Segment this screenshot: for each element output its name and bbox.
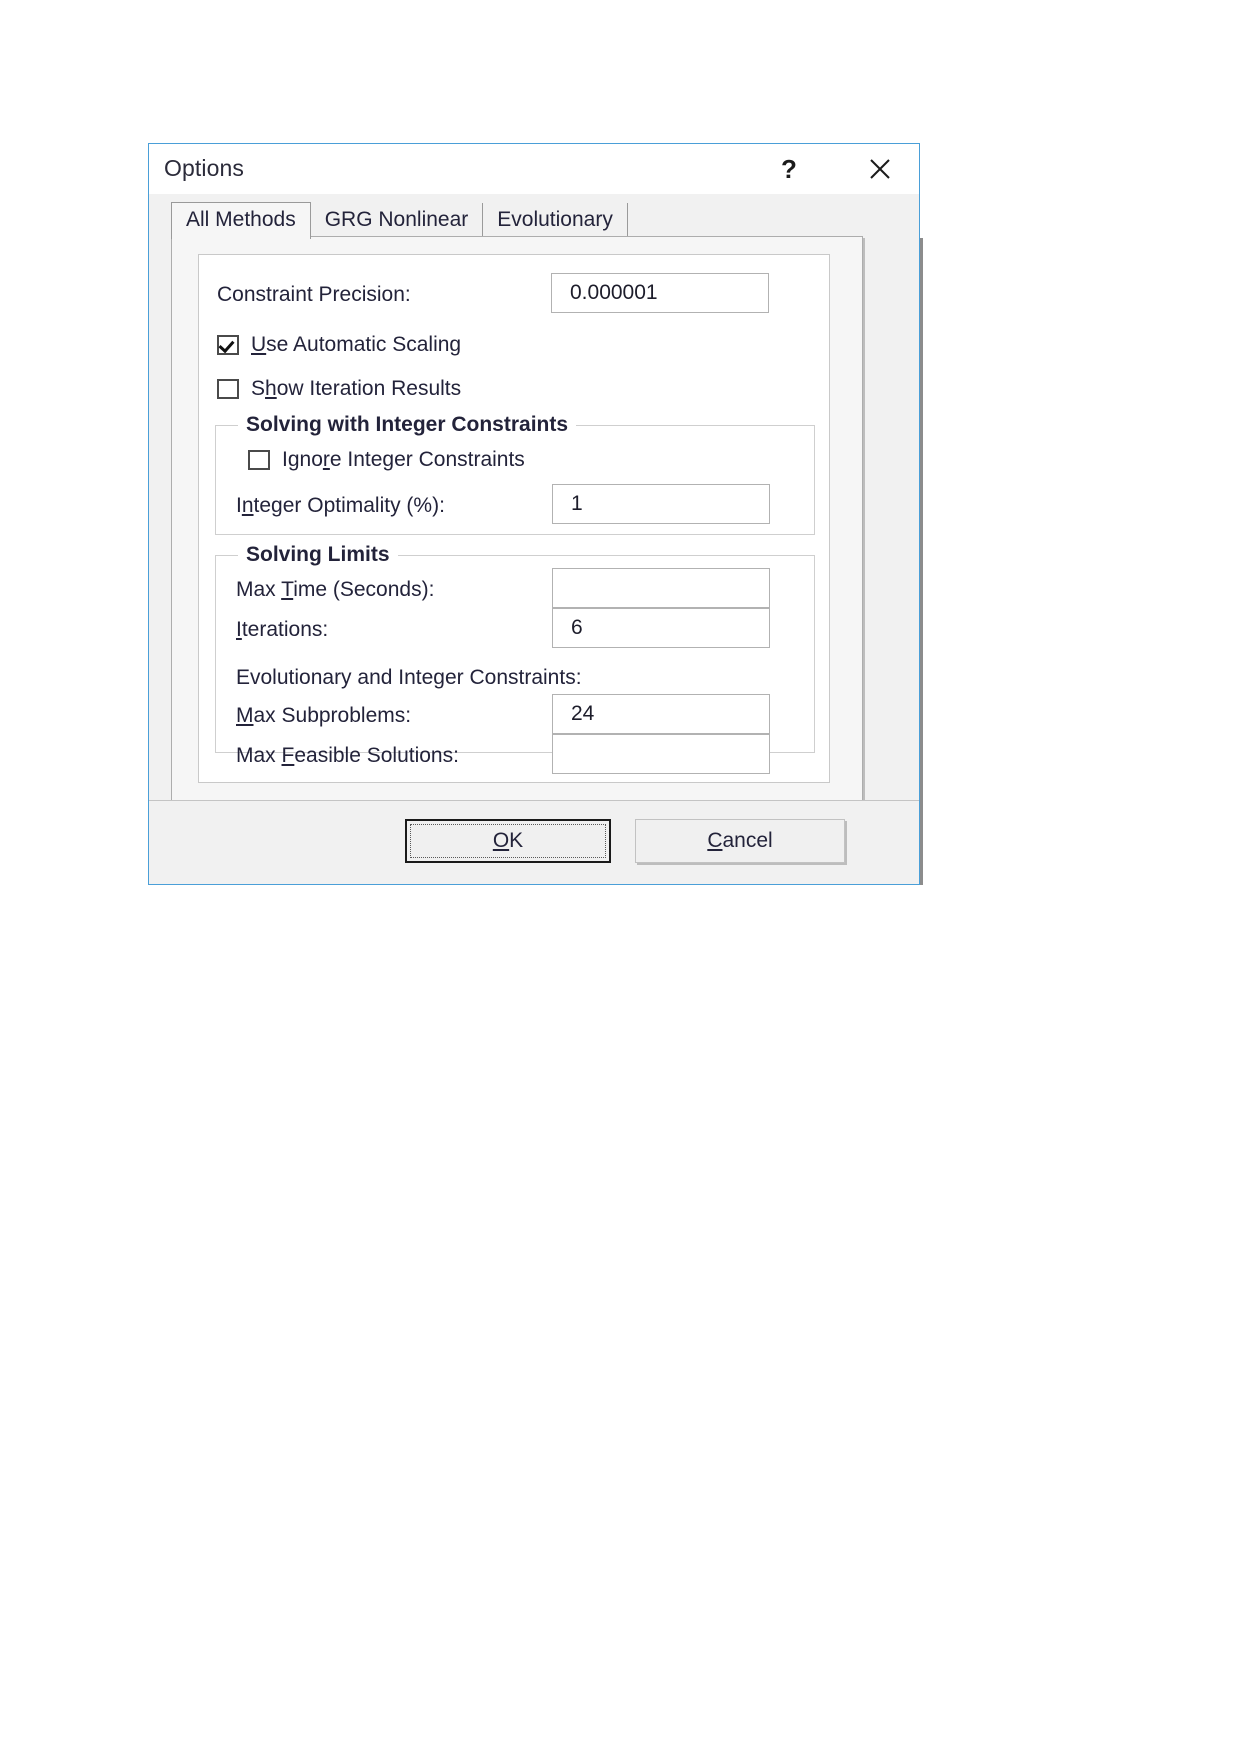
constraint-precision-input[interactable]: 0.000001 (551, 273, 769, 313)
tab-content-panel: Constraint Precision: 0.000001 Use Autom… (171, 236, 863, 803)
iterations-input[interactable]: 6 (552, 608, 770, 648)
iterations-label: Iterations: (236, 618, 329, 641)
integer-optimality-label: Integer Optimality (%): (236, 494, 445, 517)
max-feasible-solutions-input[interactable] (552, 734, 770, 774)
tab-all-methods-label: All Methods (186, 208, 296, 231)
show-iteration-results-label: Show Iteration Results (251, 377, 462, 400)
ok-button-label: OK (492, 829, 524, 852)
integer-constraints-group-title: Solving with Integer Constraints (238, 413, 577, 437)
checkbox-box-icon (217, 379, 239, 399)
ignore-integer-constraints-checkbox[interactable]: Ignore Integer Constraints (248, 448, 525, 472)
dialog-title: Options (164, 155, 244, 181)
tab-strip: All Methods GRG Nonlinear Evolutionary (171, 202, 628, 239)
tab-grg-nonlinear[interactable]: GRG Nonlinear (310, 203, 484, 238)
close-icon[interactable] (849, 144, 911, 194)
iterations-value: 6 (571, 616, 583, 639)
dialog-title-bar: Options ? (149, 144, 919, 194)
dialog-footer: OK Cancel (149, 800, 919, 884)
dialog-body: All Methods GRG Nonlinear Evolutionary C… (149, 194, 919, 884)
close-x-glyph (870, 159, 890, 179)
max-feasible-solutions-label: Max Feasible Solutions: (236, 744, 459, 767)
cancel-button[interactable]: Cancel (635, 819, 845, 863)
help-icon[interactable]: ? (761, 144, 817, 194)
use-automatic-scaling-label: Use Automatic Scaling (251, 333, 462, 356)
max-time-input[interactable] (552, 568, 770, 608)
cancel-button-label: Cancel (707, 829, 773, 852)
max-subproblems-input[interactable]: 24 (552, 694, 770, 734)
use-automatic-scaling-checkbox[interactable]: Use Automatic Scaling (217, 333, 461, 357)
options-dialog: Options ? All Methods GRG Nonlinear Evol… (148, 143, 920, 885)
checkbox-box-icon (217, 335, 239, 355)
ok-button-inner: OK (410, 824, 606, 858)
help-icon-glyph: ? (781, 153, 797, 184)
tab-content-inner: Constraint Precision: 0.000001 Use Autom… (198, 254, 830, 783)
tab-grg-nonlinear-label: GRG Nonlinear (324, 208, 469, 231)
ignore-integer-constraints-label: Ignore Integer Constraints (282, 448, 525, 471)
constraint-precision-value: 0.000001 (570, 281, 658, 304)
integer-optimality-input[interactable]: 1 (552, 484, 770, 524)
checkbox-box-icon (248, 450, 270, 470)
dialog-right-shadow (920, 238, 923, 885)
max-subproblems-value: 24 (571, 702, 595, 725)
tab-evolutionary[interactable]: Evolutionary (483, 203, 628, 238)
ok-button[interactable]: OK (405, 819, 611, 863)
max-subproblems-label: Max Subproblems: (236, 704, 412, 727)
tab-evolutionary-label: Evolutionary (497, 208, 613, 231)
evolutionary-integer-heading: Evolutionary and Integer Constraints: (236, 666, 582, 689)
show-iteration-results-checkbox[interactable]: Show Iteration Results (217, 377, 461, 401)
integer-optimality-value: 1 (571, 492, 583, 515)
constraint-precision-label: Constraint Precision: (217, 283, 411, 306)
integer-constraints-group: Solving with Integer Constraints Ignore … (215, 413, 815, 535)
solving-limits-group-title: Solving Limits (238, 543, 398, 567)
tab-all-methods[interactable]: All Methods (171, 202, 311, 239)
max-time-label: Max Time (Seconds): (236, 578, 435, 601)
solving-limits-group: Solving Limits Max Time (Seconds): Itera… (215, 543, 815, 774)
